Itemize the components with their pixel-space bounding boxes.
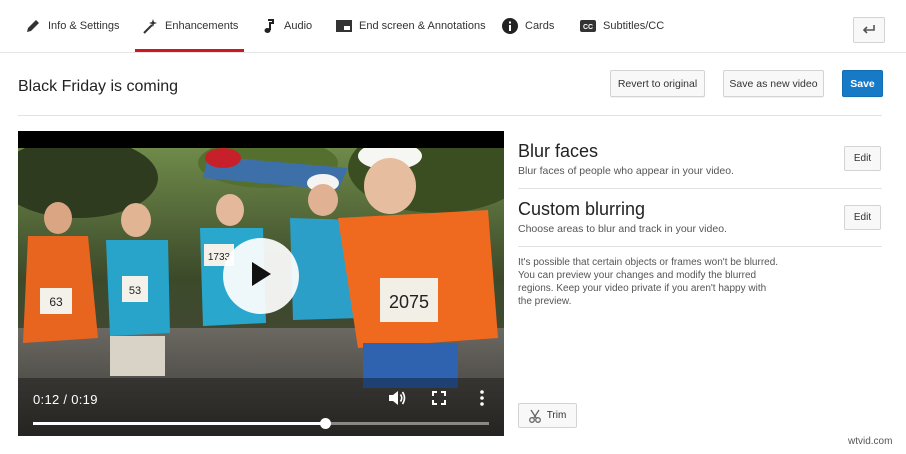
bib-number-right: 2075 [389, 292, 429, 312]
save-as-new-video-button[interactable]: Save as new video [723, 70, 824, 97]
progress-scrubber[interactable] [319, 418, 331, 429]
svg-text:CC: CC [583, 24, 593, 31]
play-button[interactable] [223, 238, 299, 314]
divider [18, 115, 882, 116]
volume-icon [388, 390, 406, 411]
tab-label: Subtitles/CC [603, 19, 665, 32]
blur-faces-edit-button[interactable]: Edit [844, 146, 881, 171]
tab-audio[interactable]: Audio [260, 0, 312, 51]
back-button[interactable] [853, 17, 885, 43]
divider [518, 188, 882, 189]
fullscreen-button[interactable] [429, 390, 449, 410]
custom-blurring-description: Choose areas to blur and track in your v… [518, 223, 727, 235]
tab-label: Cards [525, 19, 555, 32]
pencil-icon [24, 17, 42, 35]
more-options-button[interactable] [472, 389, 492, 411]
divider [518, 246, 882, 247]
info-icon [501, 17, 519, 35]
blur-disclaimer-note: It's possible that certain objects or fr… [518, 257, 779, 307]
fullscreen-icon [432, 390, 446, 410]
magic-wand-icon [141, 17, 159, 35]
volume-button[interactable] [387, 390, 407, 410]
tab-label: Audio [284, 19, 313, 32]
video-title: Black Friday is coming [18, 78, 179, 95]
tab-label: Info & Settings [48, 19, 120, 32]
progress-bar[interactable] [33, 418, 489, 429]
trim-label: Trim [546, 410, 567, 421]
save-button[interactable]: Save [842, 70, 883, 97]
progress-fill [33, 422, 325, 425]
video-player[interactable]: 63 53 1733 2075 0:12 / 0:19 [18, 131, 504, 436]
custom-blurring-edit-button[interactable]: Edit [844, 205, 881, 230]
time-display: 0:12 / 0:19 [33, 392, 98, 407]
bib-number-second: 53 [129, 285, 141, 297]
play-icon [249, 261, 273, 292]
tab-enhancements[interactable]: Enhancements [134, 0, 245, 52]
blur-faces-description: Blur faces of people who appear in your … [518, 165, 734, 177]
music-note-icon [260, 17, 278, 35]
back-arrow-icon [862, 21, 876, 39]
cc-icon: CC [579, 17, 597, 35]
tab-cards[interactable]: Cards [501, 0, 554, 51]
more-vertical-icon [480, 389, 484, 411]
tab-label: End screen & Annotations [359, 19, 486, 32]
tab-label: Enhancements [165, 19, 239, 32]
trim-button[interactable]: Trim [518, 403, 577, 428]
watermark-text: wtvid.com [848, 436, 893, 447]
end-screen-icon [335, 17, 353, 35]
revert-to-original-button[interactable]: Revert to original [610, 70, 705, 97]
tab-end-screen-annotations[interactable]: End screen & Annotations [335, 0, 486, 51]
editor-tab-bar: Info & Settings Enhancements Audio End s… [0, 0, 906, 53]
tab-subtitles-cc[interactable]: CC Subtitles/CC [579, 0, 664, 51]
scissors-icon [528, 409, 541, 423]
bib-number-left: 63 [49, 295, 63, 309]
blur-faces-title: Blur faces [518, 141, 599, 161]
custom-blurring-title: Custom blurring [518, 199, 646, 219]
tab-info-settings[interactable]: Info & Settings [24, 0, 120, 51]
